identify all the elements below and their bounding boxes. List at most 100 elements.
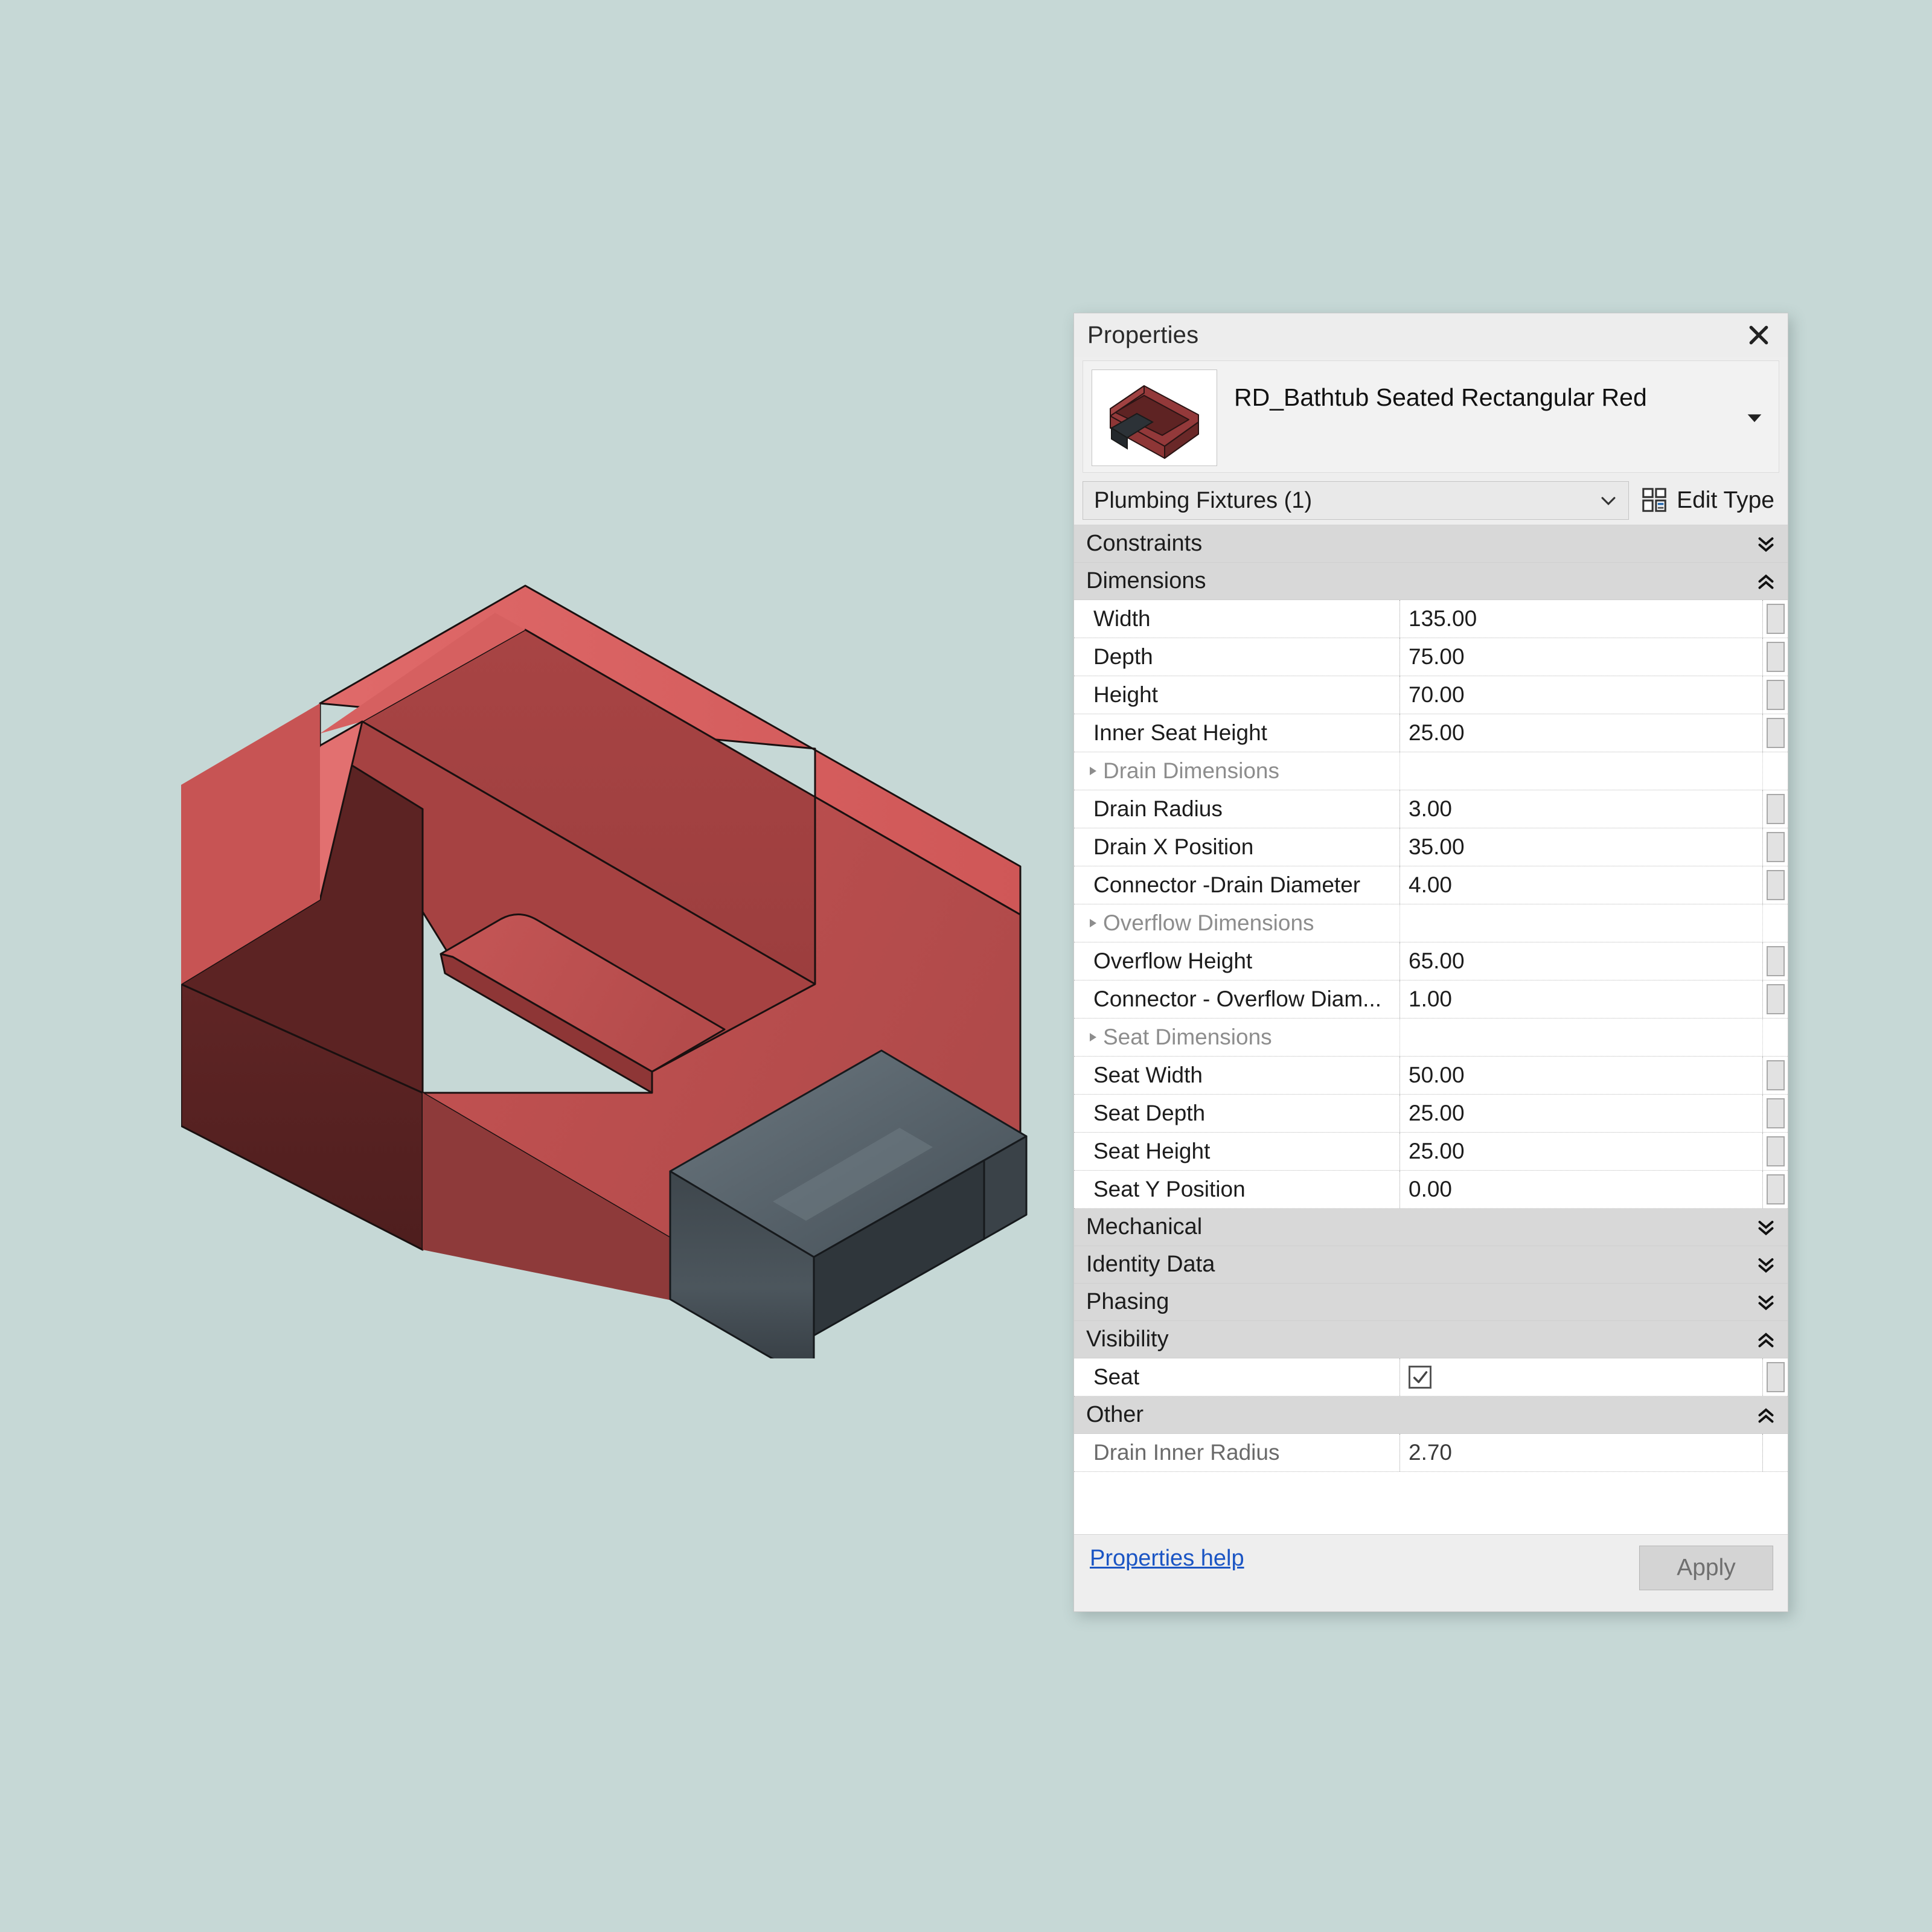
property-name: Seat [1074, 1358, 1400, 1396]
group-header-label: Visibility [1086, 1326, 1169, 1352]
group-header-label: Other [1086, 1402, 1144, 1427]
group-header-label: Mechanical [1086, 1214, 1203, 1239]
associate-parameter-button[interactable] [1766, 984, 1785, 1014]
properties-help-link[interactable]: Properties help [1090, 1546, 1244, 1572]
property-row: Drain Dimensions [1074, 752, 1788, 790]
property-row: Drain X Position 35.00 [1074, 828, 1788, 866]
associate-parameter-cell [1762, 752, 1788, 790]
associate-parameter-cell [1762, 1133, 1788, 1170]
associate-parameter-button[interactable] [1766, 718, 1785, 748]
apply-button[interactable]: Apply [1639, 1546, 1773, 1590]
group-header-constraints[interactable]: Constraints [1074, 525, 1788, 563]
property-row: Seat Y Position 0.00 [1074, 1171, 1788, 1209]
associate-parameter-cell [1762, 942, 1788, 980]
type-selector[interactable]: RD_Bathtub Seated Rectangular Red [1083, 360, 1779, 473]
associate-parameter-button[interactable] [1766, 832, 1785, 862]
property-row: Overflow Height 65.00 [1074, 942, 1788, 980]
category-select[interactable]: Plumbing Fixtures (1) [1083, 481, 1630, 520]
associate-parameter-button[interactable] [1766, 946, 1785, 976]
properties-list-filler [1074, 1472, 1788, 1507]
panel-titlebar: Properties [1074, 313, 1788, 357]
property-value[interactable]: 65.00 [1400, 942, 1762, 980]
group-header-phasing[interactable]: Phasing [1074, 1284, 1788, 1321]
group-header-label: Phasing [1086, 1289, 1169, 1314]
property-name: Drain X Position [1074, 828, 1400, 866]
seat-visibility-checkbox[interactable] [1409, 1366, 1431, 1389]
property-name: Depth [1074, 638, 1400, 676]
associate-parameter-button[interactable] [1766, 604, 1785, 634]
property-value[interactable]: 75.00 [1400, 638, 1762, 676]
chevron-down-icon [1601, 497, 1616, 505]
page-title: Properties [1087, 321, 1199, 348]
edit-type-button[interactable]: Edit Type [1639, 487, 1779, 514]
associate-parameter-button[interactable] [1766, 1098, 1785, 1128]
property-row: Drain Inner Radius 2.70 [1074, 1434, 1788, 1472]
property-row: Seat Dimensions [1074, 1019, 1788, 1057]
property-value[interactable]: 4.00 [1400, 866, 1762, 904]
property-row: Width 135.00 [1074, 600, 1788, 638]
associate-parameter-button[interactable] [1766, 1060, 1785, 1090]
property-value[interactable]: 50.00 [1400, 1057, 1762, 1094]
associate-parameter-button[interactable] [1766, 870, 1785, 900]
property-name: Seat Dimensions [1074, 1019, 1400, 1056]
property-row: Height 70.00 [1074, 676, 1788, 714]
property-value[interactable]: 1.00 [1400, 980, 1762, 1018]
property-value[interactable]: 0.00 [1400, 1171, 1762, 1208]
property-value[interactable]: 70.00 [1400, 676, 1762, 714]
property-value[interactable]: 25.00 [1400, 714, 1762, 752]
property-name: Seat Width [1074, 1057, 1400, 1094]
group-header-label: Dimensions [1086, 568, 1206, 593]
edit-type-icon [1642, 488, 1666, 512]
associate-parameter-button[interactable] [1766, 1136, 1785, 1166]
category-row: Plumbing Fixtures (1) Edit Type [1083, 481, 1779, 520]
associate-parameter-button[interactable] [1766, 794, 1785, 824]
associate-parameter-cell [1762, 676, 1788, 714]
associate-parameter-cell [1762, 638, 1788, 676]
associate-parameter-cell [1762, 980, 1788, 1018]
group-header-label: Identity Data [1086, 1252, 1215, 1277]
bathtub-3d-model [181, 561, 1038, 1358]
property-name: Seat Y Position [1074, 1171, 1400, 1208]
property-value[interactable]: 35.00 [1400, 828, 1762, 866]
group-header-other[interactable]: Other [1074, 1396, 1788, 1434]
property-value [1400, 1358, 1762, 1396]
property-name: Drain Inner Radius [1074, 1434, 1400, 1471]
group-header-dimensions[interactable]: Dimensions [1074, 563, 1788, 600]
associate-parameter-button[interactable] [1766, 1362, 1785, 1392]
property-value[interactable]: 3.00 [1400, 790, 1762, 828]
associate-parameter-button[interactable] [1766, 642, 1785, 672]
property-value [1400, 1019, 1762, 1056]
property-value[interactable]: 135.00 [1400, 600, 1762, 638]
caret-down-icon[interactable] [1736, 369, 1773, 466]
properties-list[interactable]: Constraints Dimensions Width 135.00 Depth 75.… [1074, 525, 1788, 1534]
property-row: Connector -Drain Diameter 4.00 [1074, 866, 1788, 904]
property-row: Inner Seat Height 25.00 [1074, 714, 1788, 752]
property-value[interactable]: 25.00 [1400, 1133, 1762, 1170]
property-row: Connector - Overflow Diam... 1.00 [1074, 980, 1788, 1019]
associate-parameter-cell [1762, 1095, 1788, 1132]
property-name: Overflow Dimensions [1074, 904, 1400, 942]
associate-parameter-button[interactable] [1766, 1174, 1785, 1204]
property-row: Drain Radius 3.00 [1074, 790, 1788, 828]
associate-parameter-cell [1762, 1019, 1788, 1056]
group-header-label: Constraints [1086, 531, 1203, 556]
associate-parameter-cell [1762, 790, 1788, 828]
close-icon[interactable] [1739, 316, 1778, 354]
properties-palette: Properties RD_Bathtub Seated Rectangular… [1073, 313, 1788, 1612]
associate-parameter-button[interactable] [1766, 680, 1785, 710]
associate-parameter-cell [1762, 714, 1788, 752]
property-row: Overflow Dimensions [1074, 904, 1788, 942]
group-header-identity-data[interactable]: Identity Data [1074, 1246, 1788, 1284]
property-value[interactable]: 25.00 [1400, 1095, 1762, 1132]
associate-parameter-cell [1762, 1358, 1788, 1396]
property-value [1400, 904, 1762, 942]
associate-parameter-cell [1762, 828, 1788, 866]
category-select-value: Plumbing Fixtures (1) [1094, 487, 1313, 513]
property-name: Width [1074, 600, 1400, 638]
group-header-visibility[interactable]: Visibility [1074, 1321, 1788, 1358]
associate-parameter-cell [1762, 600, 1788, 638]
group-header-mechanical[interactable]: Mechanical [1074, 1209, 1788, 1246]
property-row: Seat Depth 25.00 [1074, 1095, 1788, 1133]
property-name: Drain Dimensions [1074, 752, 1400, 790]
property-row: Seat Width 50.00 [1074, 1057, 1788, 1095]
